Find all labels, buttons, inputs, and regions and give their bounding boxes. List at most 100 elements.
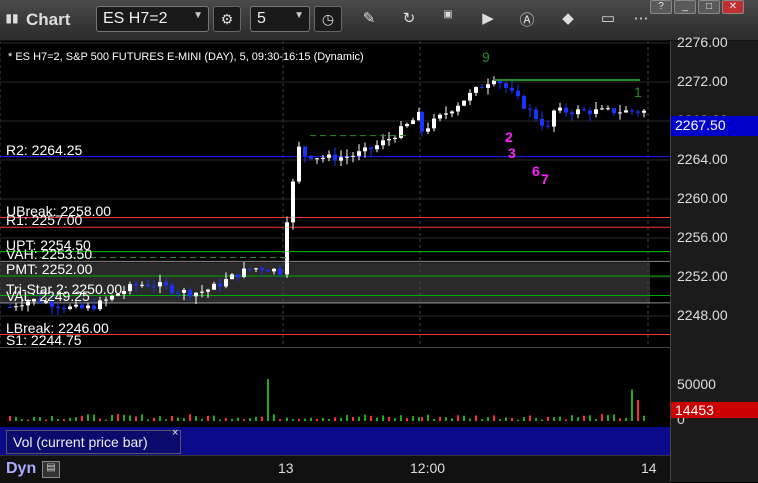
candle-body	[594, 109, 598, 115]
get-icon[interactable]: ▣	[437, 9, 459, 20]
current-volume-badge: 14453	[671, 401, 758, 418]
candle-body	[618, 112, 622, 114]
candle-body	[260, 268, 264, 271]
candle-body	[104, 299, 108, 301]
chart-icon: ▮▮	[5, 11, 19, 25]
candle-body	[438, 114, 442, 119]
candle-body	[152, 286, 156, 288]
chart-window: ▮▮ Chart ES H7=2 ▼ ⚙ 5 ▼ ◷ ✎ ↻ ▣ ▶ Ⓐ ◆ ▭…	[0, 0, 758, 483]
candle-body	[146, 284, 150, 287]
time-axis[interactable]: Dyn ▤	[0, 455, 670, 483]
refresh-icon[interactable]: ↻	[398, 9, 420, 27]
candle-body	[612, 108, 616, 114]
more-icon[interactable]: ⋯	[630, 9, 652, 27]
interval-value: 5	[257, 10, 266, 27]
close-button[interactable]: ✕	[722, 0, 744, 14]
candle-body	[393, 137, 397, 139]
maximize-button[interactable]: □	[698, 0, 720, 14]
page-icon[interactable]: ▤	[42, 461, 60, 478]
price-chart-svg: * ES H7=2, S&P 500 FUTURES E-MINI (DAY),…	[0, 41, 670, 348]
price-plot[interactable]: * ES H7=2, S&P 500 FUTURES E-MINI (DAY),…	[0, 41, 670, 348]
candle-body	[456, 105, 460, 112]
candle-body	[206, 289, 210, 292]
chart-header: * ES H7=2, S&P 500 FUTURES E-MINI (DAY),…	[8, 51, 364, 63]
candle-body	[522, 96, 526, 109]
level-label: S1: 2244.75	[6, 331, 82, 348]
sequence-annotation: 9	[482, 49, 490, 65]
price-tick-label: 2248.00	[677, 307, 728, 323]
candle-body	[98, 300, 102, 310]
window-title: Chart	[26, 10, 71, 29]
candle-body	[62, 307, 66, 309]
candle-body	[92, 305, 96, 310]
chevron-down-icon: ▼	[294, 10, 304, 21]
settings-button[interactable]: ⚙	[213, 6, 241, 32]
symbol-value: ES H7=2	[103, 10, 168, 27]
tag-icon[interactable]: ◆	[557, 9, 579, 27]
close-icon[interactable]: ×	[172, 427, 178, 439]
candle-body	[188, 289, 192, 297]
comment-icon[interactable]: ▭	[597, 9, 619, 27]
sequence-annotation: 6	[532, 163, 540, 179]
candle-body	[74, 304, 78, 307]
price-tick-label: 2260.00	[677, 190, 728, 206]
time-tick-label: 12:00	[410, 460, 446, 476]
candle-body	[606, 108, 610, 110]
candle-body	[375, 145, 379, 150]
candle-body	[248, 268, 252, 270]
minimize-button[interactable]: _	[674, 0, 696, 14]
price-scale[interactable]: 2276.002272.002268.002264.002260.002256.…	[670, 34, 758, 482]
candle-body	[474, 87, 478, 93]
candle-body	[134, 284, 138, 286]
candle-body	[444, 113, 448, 115]
candle-body	[363, 147, 367, 152]
candle-body	[339, 157, 343, 161]
candle-body	[194, 292, 198, 297]
volume-tick-label: 50000	[677, 376, 716, 392]
candle-body	[534, 109, 538, 119]
sequence-annotation: 7	[541, 171, 549, 187]
time-button[interactable]: ◷	[314, 6, 342, 32]
candle-body	[405, 123, 409, 127]
sequence-annotation: 3	[508, 145, 516, 161]
time-tick-label: 14	[641, 460, 657, 476]
candle-body	[588, 110, 592, 115]
volume-panel[interactable]	[0, 347, 670, 428]
candle-body	[345, 156, 349, 158]
candle-body	[387, 138, 391, 141]
price-tick-label: 2276.00	[677, 34, 728, 50]
level-label: R1: 2257.00	[6, 212, 83, 229]
candle-body	[254, 268, 258, 270]
candle-body	[236, 274, 240, 278]
alert-icon[interactable]: Ⓐ	[516, 9, 538, 30]
candle-body	[576, 109, 580, 115]
candle-body	[86, 305, 90, 309]
candle-body	[546, 125, 550, 127]
symbol-select[interactable]: ES H7=2 ▼	[96, 6, 209, 32]
candle-body	[516, 90, 520, 97]
candle-body	[122, 291, 126, 294]
sequence-annotation: 1	[634, 84, 642, 100]
candle-body	[315, 158, 319, 160]
level-label: PMT: 2252.00	[6, 261, 93, 277]
candle-body	[176, 292, 180, 294]
candle-body	[381, 140, 385, 146]
dyn-label: Dyn	[6, 460, 37, 477]
candle-body	[369, 147, 373, 150]
play-icon[interactable]: ▶	[477, 9, 499, 27]
price-tick-label: 2256.00	[677, 229, 728, 245]
help-button[interactable]: ?	[650, 0, 672, 14]
gear-icon: ⚙	[220, 11, 234, 27]
interval-select[interactable]: 5 ▼	[250, 6, 310, 32]
candle-body	[540, 118, 544, 126]
candle-body	[357, 151, 361, 156]
candle-body	[158, 282, 162, 287]
draw-pen-icon[interactable]: ✎	[358, 9, 380, 27]
candle-body	[624, 110, 628, 113]
candle-body	[510, 87, 514, 91]
volume-label-tab[interactable]: Vol (current price bar)	[6, 430, 181, 454]
candle-body	[570, 112, 574, 115]
candle-body	[420, 111, 424, 132]
toolbar: ▮▮ Chart ES H7=2 ▼ ⚙ 5 ▼ ◷ ✎ ↻ ▣ ▶ Ⓐ ◆ ▭…	[0, 0, 758, 41]
price-tick-label: 2272.00	[677, 73, 728, 89]
